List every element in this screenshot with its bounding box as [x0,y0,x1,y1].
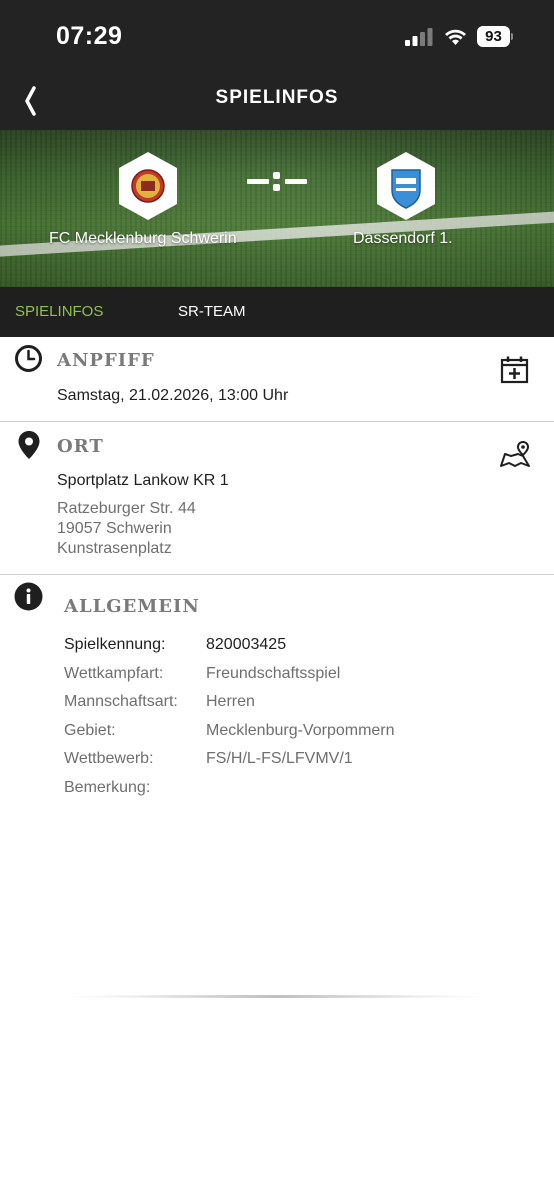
info-label-wettbewerb: Wettbewerb: [64,750,154,767]
status-time: 07:29 [56,22,123,50]
field-shade [0,130,554,287]
tab-sr-team[interactable]: SR-TEAM [178,303,246,320]
bottom-shadow-divider [66,995,486,998]
divider [0,421,554,422]
info-value-spielkennung: 820003425 [206,636,287,653]
battery-icon: 93 [477,26,513,47]
score-display [247,170,307,192]
kickoff-datetime: Samstag, 21.02.2026, 13:00 Uhr [57,387,289,404]
location-pin-icon [18,431,40,459]
match-header: FC Mecklenburg Schwerin Dassendorf 1. [0,130,554,287]
venue-name: Sportplatz Lankow KR 1 [57,472,229,489]
score-colon-top [273,172,280,179]
page-title: SPIELINFOS [215,87,339,108]
away-team-name[interactable]: Dassendorf 1. [353,230,453,248]
divider [0,574,554,575]
info-label-wettkampfart: Wettkampfart: [64,665,164,682]
away-team-crest-icon[interactable] [374,150,438,222]
score-colon-bottom [273,184,280,191]
venue-surface: Kunstrasenplatz [57,540,172,557]
info-label-gebiet: Gebiet: [64,722,116,739]
status-bar: 07:29 93 [0,0,554,72]
battery-level: 93 [477,26,510,47]
home-team-crest-icon[interactable] [116,150,180,222]
nav-bar: SPIELINFOS [0,72,554,130]
ort-title: ORT [57,436,104,457]
venue-city: 19057 Schwerin [57,520,172,537]
info-value-gebiet: Mecklenburg-Vorpommern [206,722,395,739]
battery-tip [511,33,513,40]
info-value-wettbewerb: FS/H/L-FS/LFVMV/1 [206,750,353,767]
info-value-mannschaftsart: Herren [206,693,255,710]
tab-bar: SPIELINFOS SR-TEAM [0,287,554,337]
clock-icon [15,345,42,372]
calendar-add-icon[interactable] [500,355,529,384]
info-label-spielkennung: Spielkennung: [64,636,166,653]
score-dash-home [247,179,269,184]
info-value-wettkampfart: Freundschaftsspiel [206,665,341,682]
score-dash-away [285,179,307,184]
signal-icon [405,28,433,46]
venue-street: Ratzeburger Str. 44 [57,500,196,517]
allgemein-title: ALLGEMEIN [64,596,200,617]
info-icon [14,582,43,611]
wifi-icon [445,29,466,45]
map-icon[interactable] [499,440,531,468]
anpfiff-title: ANPFIFF [57,350,155,371]
info-label-bemerkung: Bemerkung: [64,779,151,796]
info-label-mannschaftsart: Mannschaftsart: [64,693,178,710]
home-team-name[interactable]: FC Mecklenburg Schwerin [49,230,237,248]
tab-spielinfos[interactable]: SPIELINFOS [15,303,103,320]
